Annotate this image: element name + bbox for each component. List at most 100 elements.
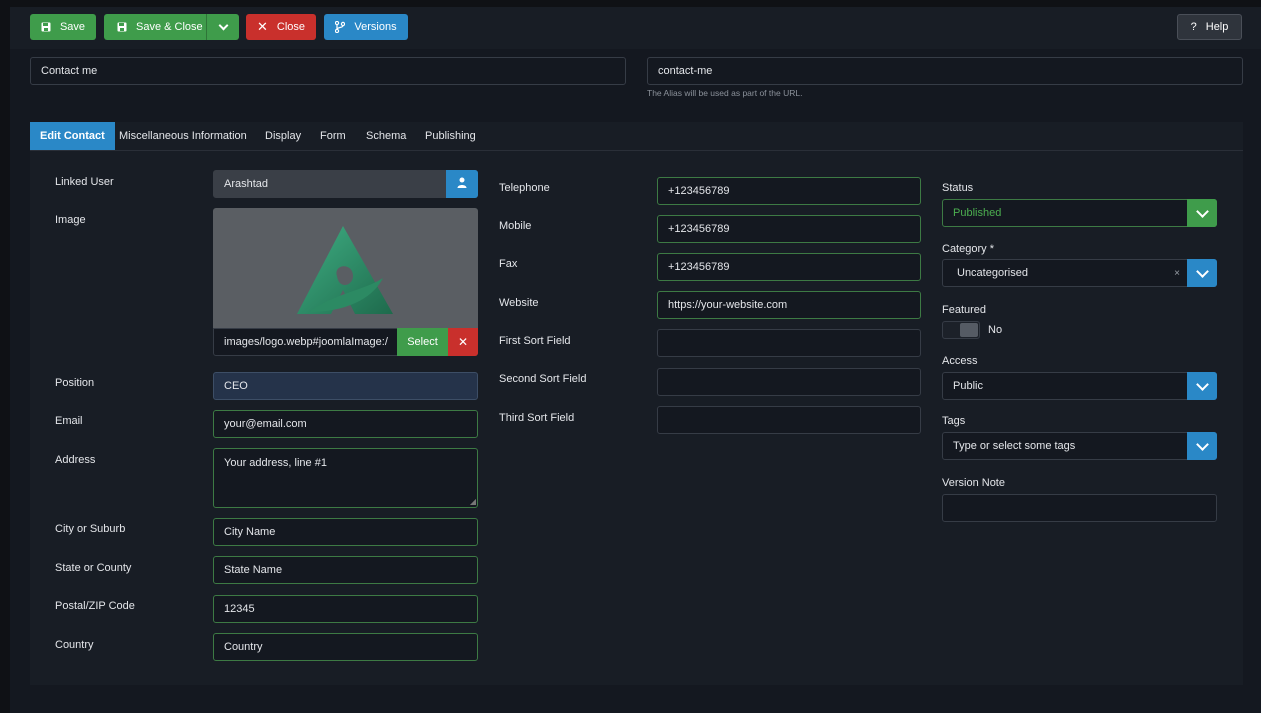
- access-select[interactable]: Public: [942, 372, 1217, 400]
- mobile-field[interactable]: +123456789: [657, 215, 921, 243]
- select-image-label: Select: [407, 336, 438, 348]
- second-sort-label: Second Sort Field: [499, 373, 587, 385]
- chevron-down-icon: [218, 20, 228, 30]
- chevron-down-icon: [1195, 204, 1209, 218]
- linked-user-label: Linked User: [55, 176, 114, 188]
- save-close-button[interactable]: Save & Close: [104, 21, 219, 33]
- user-icon: [457, 177, 467, 191]
- help-label: Help: [1205, 21, 1229, 33]
- branch-icon: [335, 21, 346, 33]
- save-close-label: Save & Close: [136, 21, 203, 33]
- tab-schema[interactable]: Schema: [366, 122, 406, 150]
- telephone-label: Telephone: [499, 182, 550, 194]
- edit-panel: Edit Contact Miscellaneous Information D…: [30, 122, 1243, 685]
- telephone-value: +123456789: [668, 185, 730, 197]
- city-field[interactable]: City Name: [213, 518, 478, 546]
- address-value: Your address, line #1: [224, 457, 327, 469]
- chevron-down-icon: [1195, 264, 1209, 278]
- title-input[interactable]: Contact me: [30, 57, 626, 85]
- x-icon: ✕: [256, 19, 268, 34]
- save-label: Save: [59, 21, 86, 33]
- version-note-label: Version Note: [942, 477, 1005, 489]
- email-label: Email: [55, 415, 83, 427]
- first-sort-field[interactable]: [657, 329, 921, 357]
- close-label: Close: [276, 21, 306, 33]
- alias-input[interactable]: contact-me: [647, 57, 1243, 85]
- tags-dropdown-button[interactable]: [1187, 432, 1217, 460]
- resize-handle-icon[interactable]: ◢: [470, 497, 476, 506]
- tab-display[interactable]: Display: [265, 122, 301, 150]
- postal-field[interactable]: 12345: [213, 595, 478, 623]
- alias-hint: The Alias will be used as part of the UR…: [647, 88, 803, 98]
- second-sort-field[interactable]: [657, 368, 921, 396]
- state-field[interactable]: State Name: [213, 556, 478, 584]
- status-dropdown-button[interactable]: [1187, 199, 1217, 227]
- save-button[interactable]: Save: [30, 14, 96, 40]
- featured-toggle[interactable]: [942, 321, 980, 339]
- mobile-label: Mobile: [499, 220, 532, 232]
- position-field[interactable]: CEO: [213, 372, 478, 400]
- title-value: Contact me: [41, 65, 98, 77]
- city-value: City Name: [224, 526, 276, 538]
- versions-button[interactable]: Versions: [324, 14, 408, 40]
- category-select[interactable]: Uncategorised ×: [942, 259, 1217, 287]
- tags-placeholder: Type or select some tags: [953, 440, 1076, 452]
- fax-label: Fax: [499, 258, 518, 270]
- toolbar: Save Save & Close ✕ Close Versions ? Hel…: [10, 7, 1261, 49]
- image-label: Image: [55, 214, 86, 226]
- clear-category-icon[interactable]: ×: [1174, 268, 1180, 279]
- floppy-disk-icon: [41, 22, 51, 32]
- mobile-value: +123456789: [668, 223, 730, 235]
- save-close-group: Save & Close: [104, 14, 239, 40]
- floppy-disk-icon: [117, 22, 127, 32]
- category-dropdown-button[interactable]: [1187, 259, 1217, 287]
- fax-field[interactable]: +123456789: [657, 253, 921, 281]
- chevron-down-icon: [1195, 437, 1209, 451]
- third-sort-field[interactable]: [657, 406, 921, 434]
- status-select[interactable]: Published: [942, 199, 1217, 227]
- featured-value: No: [988, 324, 1003, 336]
- country-field[interactable]: Country: [213, 633, 478, 661]
- tab-edit-contact[interactable]: Edit Contact: [30, 122, 115, 150]
- website-field[interactable]: https://your-website.com: [657, 291, 921, 319]
- logo-image: [297, 226, 393, 314]
- question-icon: ?: [1190, 21, 1197, 33]
- select-user-button[interactable]: [446, 170, 478, 198]
- third-sort-label: Third Sort Field: [499, 412, 575, 424]
- access-value: Public: [953, 380, 983, 392]
- tab-bar: Edit Contact Miscellaneous Information D…: [30, 122, 1243, 151]
- tags-label: Tags: [942, 415, 966, 427]
- tab-form[interactable]: Form: [320, 122, 346, 150]
- tags-select[interactable]: Type or select some tags: [942, 432, 1217, 460]
- linked-user-value: Arashtad: [224, 178, 269, 190]
- postal-value: 12345: [224, 603, 255, 615]
- chevron-down-icon: [1195, 377, 1209, 391]
- tab-publishing[interactable]: Publishing: [425, 122, 476, 150]
- tab-miscellaneous-information[interactable]: Miscellaneous Information: [119, 122, 247, 150]
- save-options-dropdown[interactable]: [207, 14, 239, 40]
- clear-image-button[interactable]: ✕: [448, 328, 478, 356]
- linked-user-field[interactable]: Arashtad: [213, 170, 478, 198]
- state-label: State or County: [55, 562, 132, 574]
- versions-label: Versions: [354, 21, 397, 33]
- city-label: City or Suburb: [55, 523, 126, 535]
- access-dropdown-button[interactable]: [1187, 372, 1217, 400]
- version-note-field[interactable]: [942, 494, 1217, 522]
- address-textarea[interactable]: Your address, line #1 ◢: [213, 448, 478, 508]
- fax-value: +123456789: [668, 261, 730, 273]
- telephone-field[interactable]: +123456789: [657, 177, 921, 205]
- email-value: your@email.com: [224, 418, 307, 430]
- select-image-button[interactable]: Select: [397, 328, 448, 356]
- category-value: Uncategorised: [957, 267, 1028, 279]
- app-frame: Save Save & Close ✕ Close Versions ? Hel…: [10, 7, 1261, 713]
- help-button[interactable]: ? Help: [1177, 14, 1242, 40]
- close-button[interactable]: ✕ Close: [246, 14, 316, 40]
- image-preview: [213, 208, 478, 328]
- alias-value: contact-me: [658, 65, 713, 77]
- country-value: Country: [224, 641, 263, 653]
- image-path-field[interactable]: images/logo.webp#joomlaImage:/ Select ✕: [213, 328, 478, 356]
- status-label: Status: [942, 182, 974, 194]
- category-label: Category *: [942, 243, 994, 255]
- email-field[interactable]: your@email.com: [213, 410, 478, 438]
- website-value: https://your-website.com: [668, 299, 788, 311]
